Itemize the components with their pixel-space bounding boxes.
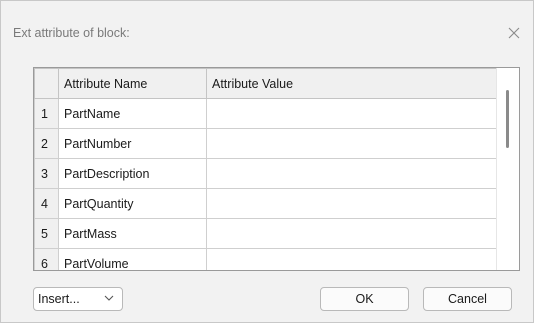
cancel-button[interactable]: Cancel — [423, 287, 512, 311]
row-number[interactable]: 1 — [34, 98, 59, 129]
insert-dropdown-label: Insert... — [38, 292, 80, 306]
attribute-value-cell[interactable] — [206, 188, 497, 219]
attribute-value-cell[interactable] — [206, 98, 497, 129]
chevron-down-icon — [104, 295, 114, 301]
table-row: 3 PartDescription — [34, 158, 497, 189]
column-header-attribute-name[interactable]: Attribute Name — [58, 68, 207, 99]
table-row: 1 PartName — [34, 98, 497, 129]
row-number[interactable]: 3 — [34, 158, 59, 189]
table-row: 6 PartVolume — [34, 248, 497, 270]
attribute-name-cell[interactable]: PartName — [58, 98, 207, 129]
row-number[interactable]: 6 — [34, 248, 59, 270]
scrollbar-thumb[interactable] — [506, 90, 509, 148]
attribute-name-cell[interactable]: PartQuantity — [58, 188, 207, 219]
attribute-name-cell[interactable]: PartVolume — [58, 248, 207, 270]
dialog-title: Ext attribute of block: — [13, 26, 130, 40]
attribute-name-cell[interactable]: PartNumber — [58, 128, 207, 159]
attribute-value-cell[interactable] — [206, 248, 497, 270]
close-button[interactable] — [503, 22, 525, 44]
insert-dropdown[interactable]: Insert... — [33, 287, 123, 311]
attribute-name-cell[interactable]: PartDescription — [58, 158, 207, 189]
attribute-name-cell[interactable]: PartMass — [58, 218, 207, 249]
attribute-value-cell[interactable] — [206, 218, 497, 249]
corner-header — [34, 68, 59, 99]
attribute-grid[interactable]: Attribute Name Attribute Value 1 PartNam… — [33, 67, 520, 271]
attribute-value-cell[interactable] — [206, 128, 497, 159]
column-header-attribute-value[interactable]: Attribute Value — [206, 68, 497, 99]
row-number[interactable]: 4 — [34, 188, 59, 219]
table-row: 5 PartMass — [34, 218, 497, 249]
title-bar: Ext attribute of block: — [1, 1, 533, 61]
header-row: Attribute Name Attribute Value — [34, 68, 497, 99]
attribute-value-cell[interactable] — [206, 158, 497, 189]
attribute-table: Attribute Name Attribute Value 1 PartNam… — [34, 68, 497, 270]
table-row: 2 PartNumber — [34, 128, 497, 159]
vertical-scrollbar[interactable] — [496, 68, 519, 270]
attribute-dialog: Ext attribute of block: Attribute Name A… — [0, 0, 534, 323]
ok-button[interactable]: OK — [320, 287, 409, 311]
row-number[interactable]: 2 — [34, 128, 59, 159]
row-number[interactable]: 5 — [34, 218, 59, 249]
close-icon — [508, 27, 520, 39]
table-row: 4 PartQuantity — [34, 188, 497, 219]
